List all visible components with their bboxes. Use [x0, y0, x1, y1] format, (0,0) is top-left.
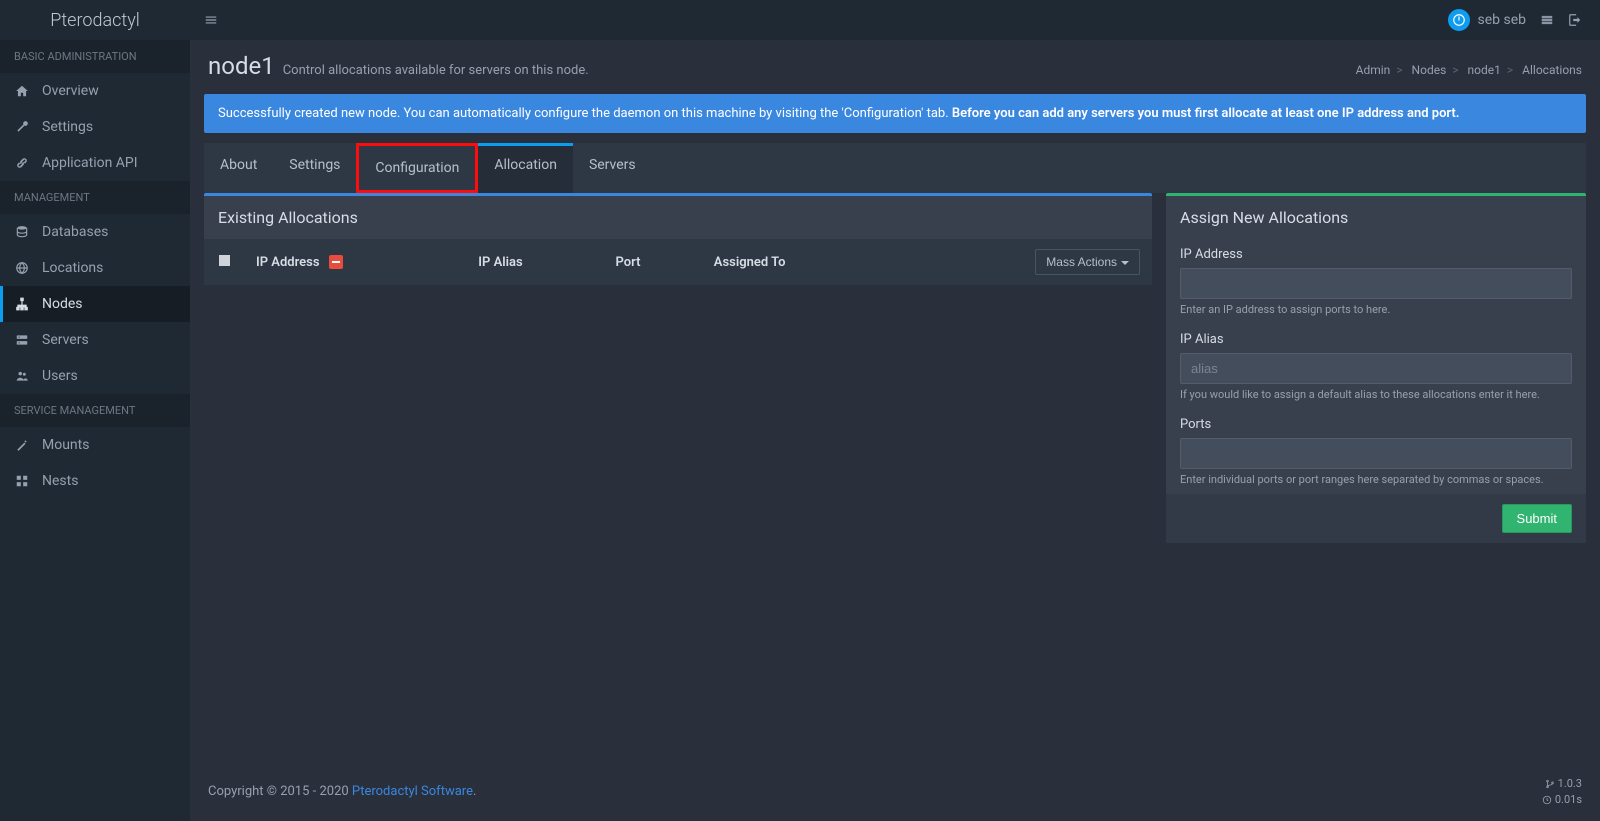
breadcrumb: Admin> Nodes> node1> Allocations — [1356, 63, 1582, 77]
footer-link[interactable]: Pterodactyl Software — [352, 784, 473, 799]
sidebar-item-label: Servers — [42, 332, 89, 348]
tab-servers[interactable]: Servers — [573, 143, 652, 193]
grid-icon — [14, 474, 30, 488]
sidebar-item-locations[interactable]: Locations — [0, 250, 190, 286]
sidebar-item-nests[interactable]: Nests — [0, 463, 190, 499]
sidebar-item-nodes[interactable]: Nodes — [0, 286, 190, 322]
breadcrumb-node[interactable]: node1 — [1468, 63, 1501, 77]
sidebar-item-label: Databases — [42, 224, 108, 240]
clock-icon — [1542, 795, 1552, 805]
sidebar-item-label: Overview — [42, 83, 99, 99]
database-icon — [14, 225, 30, 239]
alert-success: Successfully created new node. You can a… — [204, 94, 1586, 133]
mass-actions-button[interactable]: Mass Actions — [1035, 249, 1140, 275]
ip-alias-input[interactable] — [1180, 353, 1572, 384]
assign-allocations-panel: Assign New Allocations IP Address Enter … — [1166, 193, 1586, 543]
sidebar: BASIC ADMINISTRATION Overview Settings A… — [0, 40, 190, 821]
tabs: About Settings Configuration Allocation … — [204, 143, 1586, 193]
page-subtitle: Control allocations available for server… — [283, 63, 589, 78]
caret-down-icon — [1121, 261, 1129, 265]
tab-settings[interactable]: Settings — [273, 143, 356, 193]
assign-title: Assign New Allocations — [1166, 196, 1586, 239]
col-port: Port — [604, 239, 702, 285]
sidebar-header-service: SERVICE MANAGEMENT — [0, 394, 190, 427]
sidebar-item-servers[interactable]: Servers — [0, 322, 190, 358]
logout-icon[interactable] — [1568, 12, 1582, 28]
col-ip: IP Address — [256, 255, 320, 270]
home-icon — [14, 84, 30, 98]
sidebar-item-label: Application API — [42, 155, 138, 171]
sidebar-header-management: MANAGEMENT — [0, 181, 190, 214]
existing-title: Existing Allocations — [204, 196, 1152, 239]
sidebar-item-label: Locations — [42, 260, 103, 276]
sidebar-item-users[interactable]: Users — [0, 358, 190, 394]
sidebar-item-label: Settings — [42, 119, 93, 135]
sitemap-icon — [14, 297, 30, 311]
ports-label: Ports — [1180, 417, 1572, 432]
avatar-icon — [1448, 9, 1470, 31]
user-menu[interactable]: seb seb — [1448, 9, 1527, 31]
breadcrumb-nodes[interactable]: Nodes — [1412, 63, 1447, 77]
tab-allocation[interactable]: Allocation — [478, 143, 573, 193]
users-icon — [14, 369, 30, 383]
user-name: seb seb — [1478, 12, 1527, 28]
ip-label: IP Address — [1180, 247, 1572, 262]
sidebar-item-label: Nodes — [42, 296, 83, 312]
col-assigned: Assigned To — [702, 239, 894, 285]
submit-button[interactable]: Submit — [1502, 504, 1572, 533]
branch-icon — [1545, 779, 1555, 789]
footer-copyright: Copyright © 2015 - 2020 Pterodactyl Soft… — [208, 784, 476, 799]
tab-about[interactable]: About — [204, 143, 273, 193]
alert-text: Successfully created new node. You can a… — [218, 106, 952, 121]
select-all-checkbox[interactable] — [219, 255, 230, 266]
sidebar-item-api[interactable]: Application API — [0, 145, 190, 181]
tab-configuration[interactable]: Configuration — [356, 143, 478, 193]
existing-allocations-panel: Existing Allocations IP Address IP Alias… — [204, 193, 1152, 285]
magic-icon — [14, 438, 30, 452]
ports-input[interactable] — [1180, 438, 1572, 469]
sidebar-item-overview[interactable]: Overview — [0, 73, 190, 109]
admin-icon[interactable] — [1540, 12, 1554, 28]
footer-meta: 1.0.3 0.01s — [1542, 776, 1582, 807]
ip-address-input[interactable] — [1180, 268, 1572, 299]
alias-label: IP Alias — [1180, 332, 1572, 347]
server-icon — [14, 333, 30, 347]
hamburger-icon — [204, 13, 218, 27]
alias-help: If you would like to assign a default al… — [1180, 388, 1572, 401]
sidebar-item-mounts[interactable]: Mounts — [0, 427, 190, 463]
link-icon — [14, 156, 30, 170]
ip-help: Enter an IP address to assign ports to h… — [1180, 303, 1572, 316]
page-title: node1 — [208, 52, 275, 80]
sidebar-toggle[interactable] — [190, 12, 232, 28]
sidebar-item-label: Mounts — [42, 437, 89, 453]
delete-ip-button[interactable] — [329, 255, 343, 269]
alert-bold: Before you can add any servers you must … — [952, 106, 1460, 121]
sidebar-item-label: Users — [42, 368, 78, 384]
sidebar-item-settings[interactable]: Settings — [0, 109, 190, 145]
brand-logo[interactable]: Pterodactyl — [0, 10, 190, 31]
breadcrumb-current: Allocations — [1522, 63, 1582, 77]
wrench-icon — [14, 120, 30, 134]
globe-icon — [14, 261, 30, 275]
col-alias: IP Alias — [466, 239, 603, 285]
ports-help: Enter individual ports or port ranges he… — [1180, 473, 1572, 486]
breadcrumb-admin[interactable]: Admin — [1356, 63, 1391, 77]
sidebar-item-databases[interactable]: Databases — [0, 214, 190, 250]
sidebar-header-basic: BASIC ADMINISTRATION — [0, 40, 190, 73]
sidebar-item-label: Nests — [42, 473, 78, 489]
